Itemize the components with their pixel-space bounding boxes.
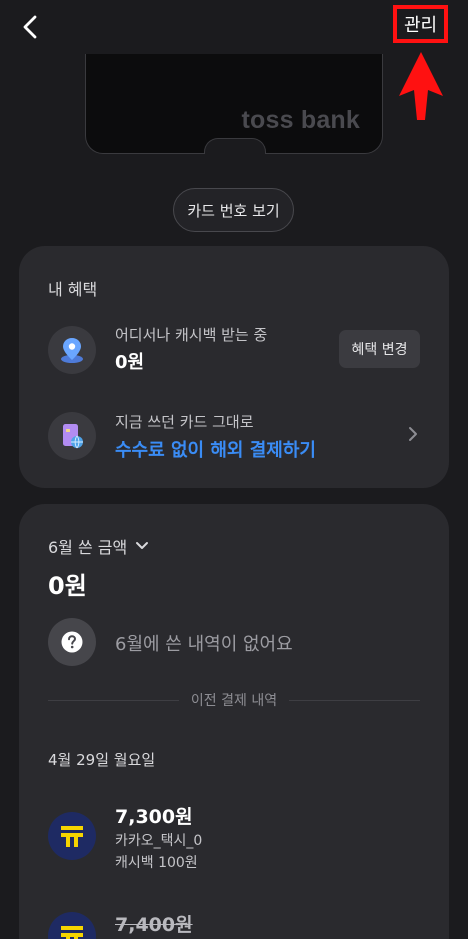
spent-amount: 0원 [48,572,87,600]
card-brand-logo: toss bank [241,106,360,134]
manage-button[interactable]: 관리 [393,5,448,43]
transaction-cashback: 캐시백 100원 [115,855,198,871]
top-bar: 관리 [0,0,468,54]
chevron-left-icon [23,15,37,39]
overseas-payment-link: 수수료 없이 해외 결제하기 [115,440,316,461]
chevron-down-icon [136,542,149,549]
transaction-amount-cancelled: 7,400원 [115,914,193,936]
taxi-logo-icon [48,812,96,860]
transaction-amount: 7,300원 [115,806,193,828]
month-label: 6월 쓴 금액 [48,538,128,557]
spending-panel: 6월 쓴 금액 0원 6월에 쓴 내역이 없어요 이전 결제 내역 4월 29일… [19,504,449,939]
red-arrow-annotation [399,52,443,120]
previous-history-divider: 이전 결제 내역 [48,690,420,710]
overseas-payment-row[interactable]: 지금 쓰던 카드 그대로 수수료 없이 해외 결제하기 [19,396,449,466]
empty-history-message: 6월에 쓴 내역이 없어요 [115,634,293,655]
divider-line-right [289,699,420,701]
change-benefit-button[interactable]: 혜택 변경 [339,330,420,368]
divider-line-left [48,699,179,701]
cashback-amount: 0원 [115,352,145,373]
chevron-right-icon [409,427,417,441]
transaction-row[interactable]: 7,300원 카카오_택시_0 캐시백 100원 [19,794,449,874]
overseas-subtitle: 지금 쓰던 카드 그대로 [115,413,254,431]
card-notch [204,138,266,154]
back-button[interactable] [14,10,46,44]
transaction-date: 4월 29일 월요일 [48,751,156,769]
location-pin-icon [48,326,96,374]
question-icon [48,618,96,666]
card-globe-icon [48,412,96,460]
benefits-title: 내 혜택 [48,280,98,299]
transaction-merchant: 카카오_택시_0 [115,833,203,849]
previous-history-label: 이전 결제 내역 [190,693,278,709]
manage-label: 관리 [403,15,438,36]
month-selector[interactable]: 6월 쓴 금액 [48,534,149,558]
benefits-panel: 내 혜택 어디서나 캐시백 받는 중 0원 혜택 변경 지금 쓰던 카드 그대로… [19,246,449,488]
taxi-logo-icon [48,912,96,939]
view-card-number-label: 카드 번호 보기 [187,201,280,220]
view-card-number-button[interactable]: 카드 번호 보기 [173,188,294,232]
cashback-subtitle: 어디서나 캐시백 받는 중 [115,326,268,344]
transaction-row[interactable]: 7,400원 [19,904,449,939]
change-benefit-label: 혜택 변경 [351,342,408,358]
